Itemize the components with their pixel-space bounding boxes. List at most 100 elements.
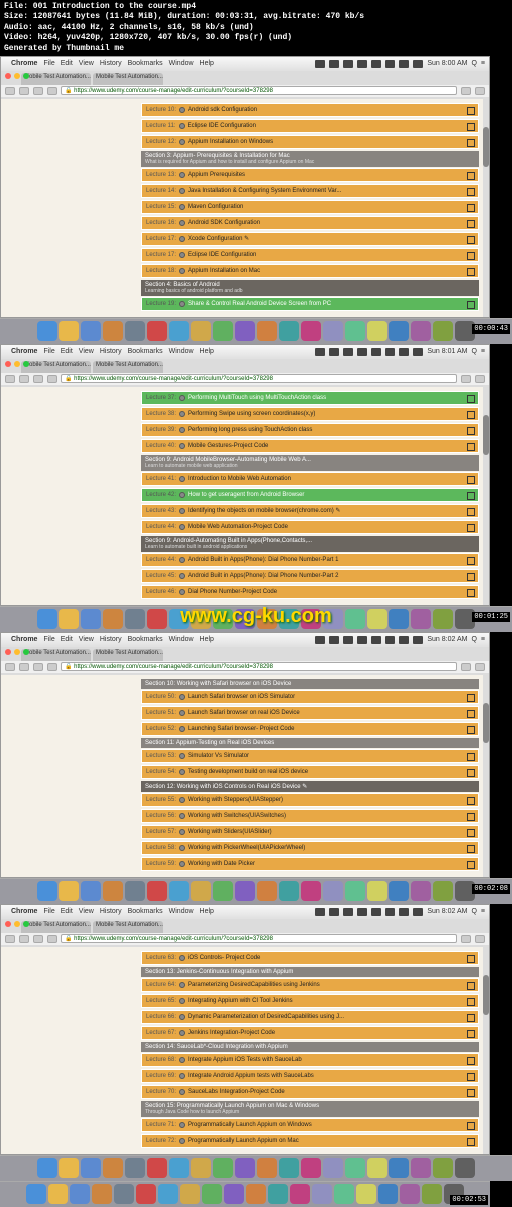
dock-app-icon[interactable] <box>411 881 431 901</box>
notification-icon[interactable]: ≡ <box>481 60 485 67</box>
menu-item[interactable]: File <box>43 636 54 643</box>
expand-icon[interactable] <box>467 998 475 1006</box>
dock-app-icon[interactable] <box>301 609 321 629</box>
address-bar[interactable]: 🔒 https://www.udemy.com/course-manage/ed… <box>61 86 457 95</box>
dock-app-icon[interactable] <box>312 1184 332 1204</box>
dock-app-icon[interactable] <box>235 1158 255 1178</box>
dock-app-icon[interactable] <box>235 881 255 901</box>
expand-icon[interactable] <box>467 797 475 805</box>
section-header[interactable]: Section 3: Appium- Prerequisites & Insta… <box>141 151 479 167</box>
back-button[interactable] <box>5 87 15 95</box>
dock-app-icon[interactable] <box>257 609 277 629</box>
expand-icon[interactable] <box>467 1014 475 1022</box>
tab-strip[interactable]: Mobile Test Automation...Mobile Test Aut… <box>1 921 489 933</box>
bookmark-icon[interactable] <box>461 87 471 95</box>
macos-menubar[interactable]: ChromeFileEditViewHistoryBookmarksWindow… <box>1 905 489 919</box>
expand-icon[interactable] <box>467 589 475 597</box>
dock-app-icon[interactable] <box>433 609 453 629</box>
status-icon[interactable] <box>357 908 367 916</box>
dock-app-icon[interactable] <box>301 321 321 341</box>
dock-app-icon[interactable] <box>411 1158 431 1178</box>
menu-button[interactable] <box>475 663 485 671</box>
expand-icon[interactable] <box>467 268 475 276</box>
traffic-light-r[interactable] <box>5 73 11 79</box>
browser-tab[interactable]: Mobile Test Automation... <box>93 921 163 933</box>
menu-button[interactable] <box>475 935 485 943</box>
dock-app-icon[interactable] <box>367 609 387 629</box>
lecture-row[interactable]: Lecture 67:Jenkins Integration-Project C… <box>141 1026 479 1040</box>
menubar-status-area[interactable]: Sun 8:02 AMQ≡ <box>315 633 485 647</box>
lecture-row[interactable]: Lecture 37:Performing MultiTouch using M… <box>141 391 479 405</box>
lecture-row[interactable]: Lecture 51:Launch Safari browser on real… <box>141 706 479 720</box>
traffic-light-y[interactable] <box>14 921 20 927</box>
dock-app-icon[interactable] <box>169 881 189 901</box>
expand-icon[interactable] <box>467 252 475 260</box>
status-icon[interactable] <box>315 636 325 644</box>
scrollbar[interactable] <box>483 385 489 605</box>
home-button[interactable] <box>47 375 57 383</box>
dock-app-icon[interactable] <box>26 1184 46 1204</box>
lecture-row[interactable]: Lecture 45:Android Built in Apps(Phone):… <box>141 569 479 583</box>
expand-icon[interactable] <box>467 955 475 963</box>
dock-app-icon[interactable] <box>279 1158 299 1178</box>
status-icon[interactable] <box>343 348 353 356</box>
expand-icon[interactable] <box>467 557 475 565</box>
macos-dock[interactable] <box>0 1181 490 1207</box>
address-bar[interactable]: 🔒 https://www.udemy.com/course-manage/ed… <box>61 662 457 671</box>
window-controls[interactable] <box>5 921 29 927</box>
dock-app-icon[interactable] <box>301 881 321 901</box>
spotlight-icon[interactable]: Q <box>471 60 476 67</box>
status-icon[interactable] <box>385 636 395 644</box>
status-icon[interactable] <box>315 60 325 68</box>
lecture-row[interactable]: Lecture 59:Working with Date Picker <box>141 857 479 871</box>
menubar-clock[interactable]: Sun 8:02 AM <box>427 636 467 643</box>
lecture-row[interactable]: Lecture 14:Java Installation & Configuri… <box>141 184 479 198</box>
section-header[interactable]: Section 15: Programmatically Launch Appi… <box>141 1101 479 1117</box>
macos-menubar[interactable]: ChromeFileEditViewHistoryBookmarksWindow… <box>1 345 489 359</box>
lecture-row[interactable]: Lecture 16:Android SDK Configuration <box>141 216 479 230</box>
scrollbar-thumb[interactable] <box>483 975 489 1015</box>
status-icon[interactable] <box>371 348 381 356</box>
dock-app-icon[interactable] <box>433 321 453 341</box>
dock-app-icon[interactable] <box>235 609 255 629</box>
menubar-clock[interactable]: Sun 8:00 AM <box>427 60 467 67</box>
dock-app-icon[interactable] <box>37 609 57 629</box>
section-header[interactable]: Section 13: Jenkins-Continuous Integrati… <box>141 967 479 977</box>
expand-icon[interactable] <box>467 188 475 196</box>
macos-dock[interactable] <box>0 878 512 904</box>
section-header[interactable]: Section 11: Appium-Testing on Real iOS D… <box>141 738 479 748</box>
browser-tab[interactable]: Mobile Test Automation... <box>93 73 163 85</box>
expand-icon[interactable] <box>467 710 475 718</box>
dock-app-icon[interactable] <box>279 321 299 341</box>
spotlight-icon[interactable]: Q <box>471 908 476 915</box>
reload-button[interactable] <box>33 375 43 383</box>
traffic-light-r[interactable] <box>5 361 11 367</box>
expand-icon[interactable] <box>467 220 475 228</box>
dock-app-icon[interactable] <box>290 1184 310 1204</box>
dock-app-icon[interactable] <box>37 321 57 341</box>
lecture-row[interactable]: Lecture 69:Integrate Android Appium test… <box>141 1069 479 1083</box>
section-header[interactable]: Section 9: Android-Automating Built in A… <box>141 536 479 552</box>
lecture-row[interactable]: Lecture 46:Dial Phone Number-Project Cod… <box>141 585 479 599</box>
traffic-light-y[interactable] <box>14 73 20 79</box>
dock-app-icon[interactable] <box>279 609 299 629</box>
reload-button[interactable] <box>33 935 43 943</box>
traffic-light-g[interactable] <box>23 649 29 655</box>
menu-item[interactable]: Window <box>169 60 194 67</box>
address-bar[interactable]: 🔒 https://www.udemy.com/course-manage/ed… <box>61 934 457 943</box>
menu-item[interactable]: File <box>43 908 54 915</box>
tab-strip[interactable]: Mobile Test Automation...Mobile Test Aut… <box>1 649 489 661</box>
macos-menubar[interactable]: ChromeFileEditViewHistoryBookmarksWindow… <box>1 633 489 647</box>
status-icon[interactable] <box>329 348 339 356</box>
expand-icon[interactable] <box>467 813 475 821</box>
section-header[interactable]: Section 9: Android MobileBrowser-Automat… <box>141 455 479 471</box>
status-icon[interactable] <box>413 60 423 68</box>
expand-icon[interactable] <box>467 427 475 435</box>
lecture-row[interactable]: Lecture 63:iOS Controls- Project Code <box>141 951 479 965</box>
dock-app-icon[interactable] <box>268 1184 288 1204</box>
tab-strip[interactable]: Mobile Test Automation...Mobile Test Aut… <box>1 73 489 85</box>
dock-app-icon[interactable] <box>224 1184 244 1204</box>
menu-item[interactable]: Chrome <box>11 60 37 67</box>
section-header[interactable]: Section 4: Basics of AndroidLearning bas… <box>141 280 479 296</box>
menubar-status-area[interactable]: Sun 8:00 AM Q ≡ <box>315 57 485 71</box>
